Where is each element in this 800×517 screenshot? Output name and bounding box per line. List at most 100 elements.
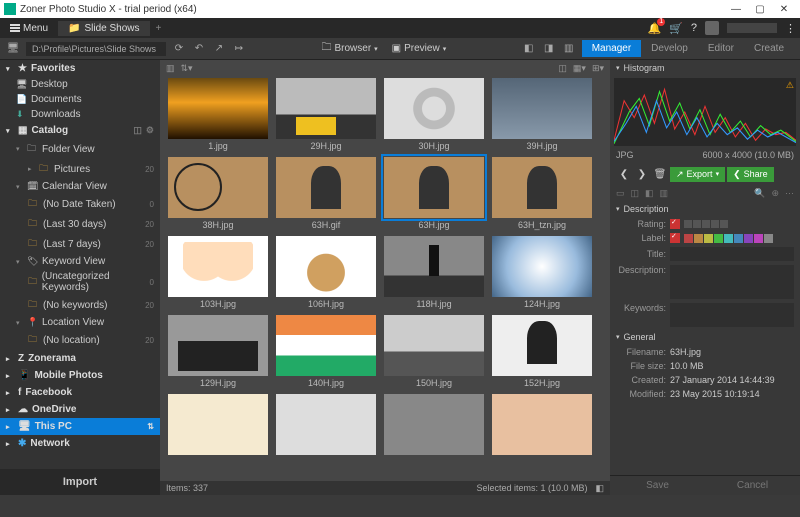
toolbar-icon-2[interactable]: ◨ <box>542 43 556 54</box>
thumbnail[interactable] <box>384 157 484 218</box>
thumbnail[interactable] <box>168 236 268 297</box>
refresh-icon[interactable]: ⟳ <box>172 43 186 54</box>
location-view[interactable]: ▾📍Location View <box>0 315 160 330</box>
keywords-field[interactable] <box>670 303 794 327</box>
thumbnail[interactable] <box>168 315 268 376</box>
settings-icon[interactable]: ⋮ <box>785 22 796 35</box>
export-button[interactable]: ↗Export▾ <box>670 167 725 182</box>
view-icon-2[interactable]: ▦▾ <box>573 63 586 74</box>
path-field[interactable]: D:\Profile\Pictures\Slide Shows <box>26 42 166 56</box>
thumbnail[interactable] <box>276 78 376 139</box>
thumbnail[interactable] <box>492 394 592 455</box>
tool-icon-5[interactable]: 🔍 <box>754 188 765 199</box>
thumbnail[interactable] <box>492 236 592 297</box>
mode-develop[interactable]: Develop <box>641 40 698 57</box>
nav-up-icon[interactable]: ↗ <box>212 43 226 54</box>
label-check[interactable] <box>670 233 680 243</box>
tool-icon-1[interactable]: ▭ <box>616 188 625 199</box>
color-swatches[interactable] <box>684 234 773 243</box>
kw-none[interactable]: 🗀(No keywords)20 <box>0 295 160 315</box>
nav-fwd-icon[interactable]: ↦ <box>232 43 246 54</box>
question-icon[interactable]: ? <box>691 22 697 34</box>
kw-uncat[interactable]: 🗀(Uncategorized Keywords)0 <box>0 269 160 295</box>
rating-check[interactable] <box>670 219 680 229</box>
description-field[interactable] <box>670 265 794 299</box>
tool-icon-6[interactable]: ⊕ <box>771 188 779 199</box>
maximize-button[interactable]: ▢ <box>748 4 772 15</box>
import-button[interactable]: Import <box>0 469 160 495</box>
tree-network[interactable]: ▸✱Network <box>0 435 160 452</box>
thumbnail[interactable] <box>384 394 484 455</box>
browser-dropdown[interactable]: 🗀Browser▾ <box>317 38 381 59</box>
fav-desktop[interactable]: 🖥Desktop <box>0 77 160 92</box>
thumbnail[interactable] <box>384 236 484 297</box>
save-button[interactable]: Save <box>610 476 705 495</box>
thumbnail-grid[interactable]: 1.jpg29H.jpg30H.jpg39H.jpg38H.jpg63H.gif… <box>160 76 600 481</box>
mode-create[interactable]: Create <box>744 40 794 57</box>
mode-manager[interactable]: Manager <box>582 40 641 57</box>
minimize-button[interactable]: — <box>724 4 748 15</box>
fav-documents[interactable]: 📄Documents <box>0 92 160 107</box>
next-button[interactable]: ❯ <box>634 166 650 182</box>
thumbnail[interactable] <box>276 236 376 297</box>
thumbnail[interactable] <box>492 157 592 218</box>
delete-button[interactable]: 🗑 <box>652 166 668 182</box>
description-header[interactable]: ▾Description <box>610 201 800 217</box>
thumbnail[interactable] <box>384 315 484 376</box>
prev-button[interactable]: ❮ <box>616 166 632 182</box>
tree-onedrive[interactable]: ▸☁OneDrive <box>0 401 160 418</box>
general-header[interactable]: ▾General <box>610 329 800 345</box>
tool-icon-4[interactable]: ▥ <box>660 188 669 199</box>
toolbar-icon-1[interactable]: ◧ <box>522 43 536 54</box>
thumbnail[interactable] <box>276 315 376 376</box>
thumbnail[interactable] <box>168 394 268 455</box>
keyword-view[interactable]: ▾🏷Keyword View <box>0 254 160 269</box>
tab-slide-shows[interactable]: 📁Slide Shows <box>58 21 149 36</box>
thumbnail[interactable] <box>276 157 376 218</box>
tree-zonerama[interactable]: ▸ZZonerama <box>0 350 160 367</box>
folder-view[interactable]: ▾🗀Folder View <box>0 139 160 159</box>
menu-button[interactable]: Menu <box>4 21 54 36</box>
monitor-icon[interactable]: 🖥 <box>6 43 20 54</box>
thumbnail[interactable] <box>276 394 376 455</box>
close-button[interactable]: ✕ <box>772 4 796 15</box>
tree-thispc[interactable]: ▸🖥This PC⇅ <box>0 418 160 435</box>
username[interactable] <box>727 23 777 33</box>
cancel-button[interactable]: Cancel <box>705 476 800 495</box>
tree-favorites[interactable]: ▾★Favorites <box>0 60 160 77</box>
view-icon-1[interactable]: ◫ <box>558 63 567 74</box>
filter-icon[interactable]: ▥ <box>166 63 175 74</box>
fav-downloads[interactable]: ⬇Downloads <box>0 107 160 122</box>
new-tab-button[interactable]: + <box>156 23 162 34</box>
cal-last7[interactable]: 🗀(Last 7 days)20 <box>0 234 160 254</box>
tree-catalog[interactable]: ▾▦Catalog◫⚙ <box>0 122 160 139</box>
tree-mobile[interactable]: ▸📱Mobile Photos <box>0 367 160 384</box>
cal-last30[interactable]: 🗀(Last 30 days)20 <box>0 214 160 234</box>
calendar-view[interactable]: ▾🗓Calendar View <box>0 179 160 194</box>
cal-nodate[interactable]: 🗀(No Date Taken)0 <box>0 194 160 214</box>
notifications-icon[interactable]: 🔔 <box>647 22 661 35</box>
catalog-gear-icon[interactable]: ⚙ <box>146 125 154 136</box>
rating-dots[interactable] <box>684 220 728 228</box>
pictures-folder[interactable]: ▸🗀Pictures20 <box>0 159 160 179</box>
title-field[interactable] <box>670 247 794 261</box>
share-button[interactable]: ❮Share <box>727 167 774 182</box>
nav-back-icon[interactable]: ↶ <box>192 43 206 54</box>
thumbnail[interactable] <box>168 157 268 218</box>
histogram-header[interactable]: ▾Histogram <box>610 60 800 76</box>
tool-icon-7[interactable]: ⋯ <box>785 188 794 199</box>
thumbnail[interactable] <box>492 78 592 139</box>
mode-editor[interactable]: Editor <box>698 40 744 57</box>
thumbnail[interactable] <box>492 315 592 376</box>
preview-dropdown[interactable]: ▣Preview▾ <box>388 41 451 56</box>
tool-icon-3[interactable]: ◧ <box>645 188 654 199</box>
tool-icon-2[interactable]: ◫ <box>631 188 640 199</box>
thumbnail[interactable] <box>168 78 268 139</box>
view-icon-3[interactable]: ⊞▾ <box>592 63 604 74</box>
cart-icon[interactable]: 🛒 <box>669 22 683 35</box>
sort-icon[interactable]: ⇅▾ <box>181 63 193 74</box>
loc-none[interactable]: 🗀(No location)20 <box>0 330 160 350</box>
user-avatar[interactable] <box>705 21 719 35</box>
toolbar-icon-3[interactable]: ▥ <box>562 43 576 54</box>
thumbnail[interactable] <box>384 78 484 139</box>
